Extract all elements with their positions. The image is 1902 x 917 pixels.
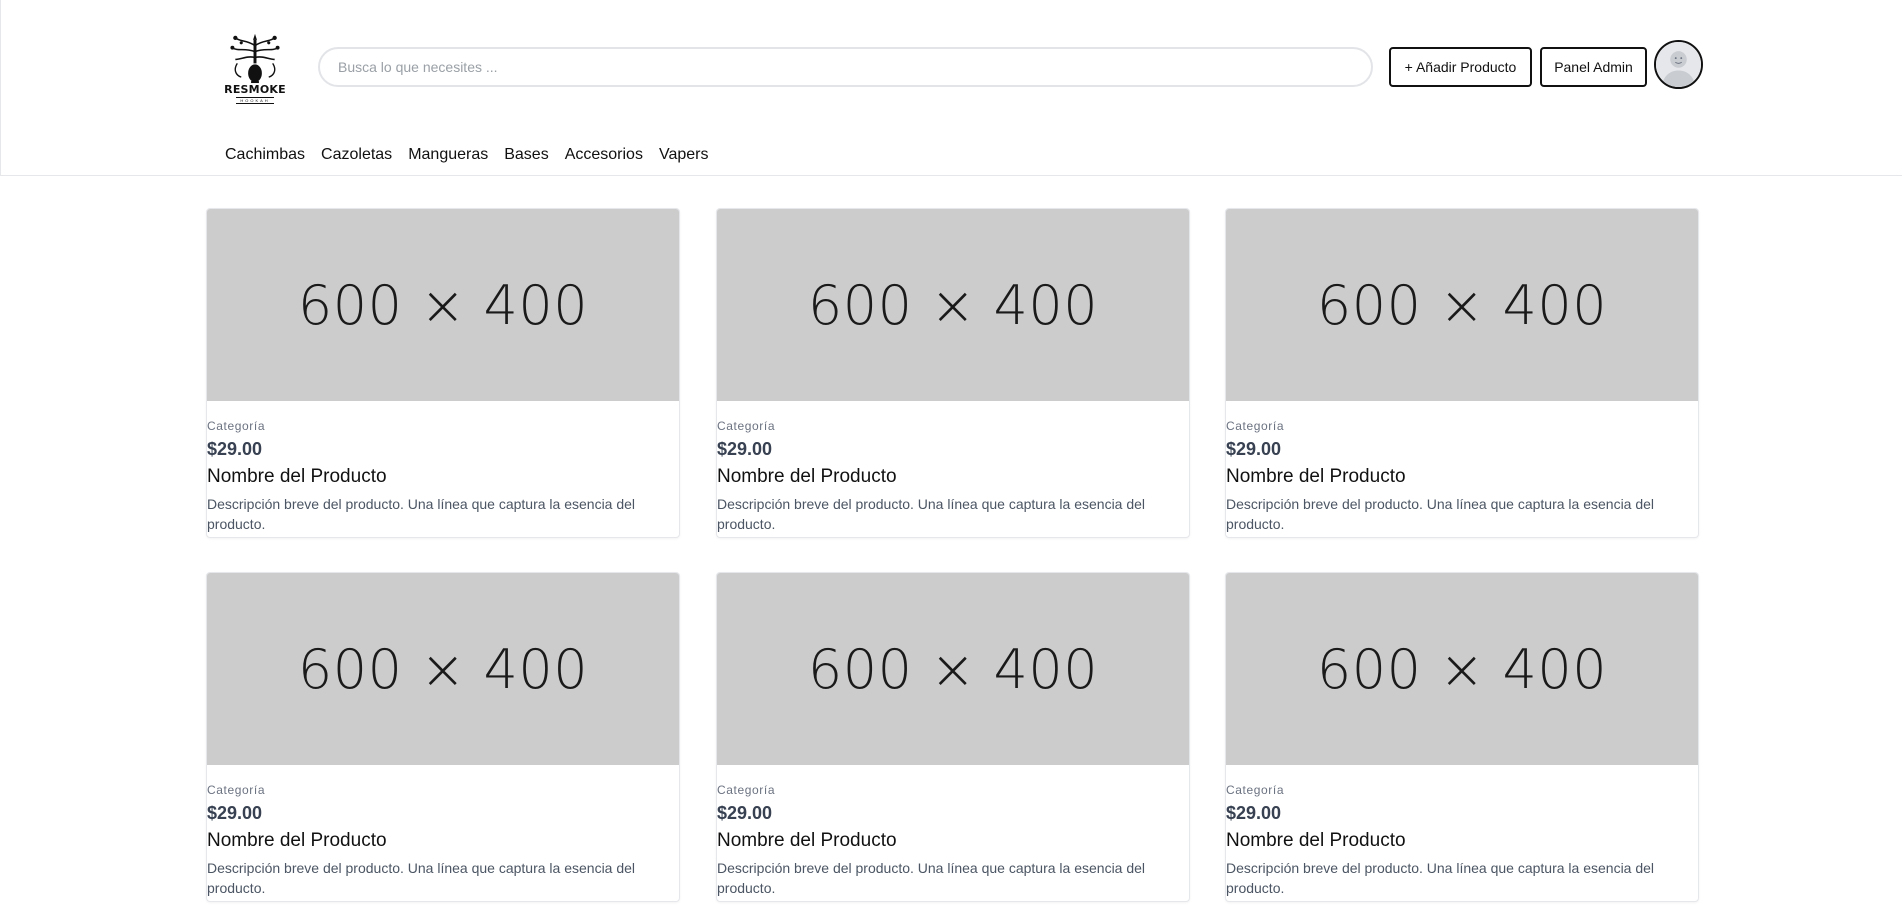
product-category: Categoría <box>1226 419 1285 433</box>
product-description: Descripción breve del producto. Una líne… <box>717 860 1146 896</box>
product-description: Descripción breve del producto. Una líne… <box>207 496 636 532</box>
product-description: Descripción breve del producto. Una líne… <box>1226 496 1655 532</box>
product-name: Nombre del Producto <box>207 830 387 851</box>
nav-item-accesorios[interactable]: Accesorios <box>565 146 643 164</box>
product-image-placeholder: 600 × 400 <box>717 209 1189 401</box>
admin-panel-button[interactable]: Panel Admin <box>1540 47 1647 87</box>
product-card[interactable]: 600 × 400 Categoría $29.00 Nombre del Pr… <box>716 208 1190 538</box>
image-size-label: 600 × 400 <box>807 273 1099 337</box>
product-image-placeholder: 600 × 400 <box>1226 209 1698 401</box>
nav-item-vapers[interactable]: Vapers <box>659 146 709 164</box>
image-size-label: 600 × 400 <box>807 637 1099 701</box>
product-category: Categoría <box>717 419 776 433</box>
product-price: $29.00 <box>1226 803 1282 823</box>
site-header: RESMOKE HOOKAH + Añadir Producto Panel A… <box>0 0 1902 176</box>
product-price: $29.00 <box>207 803 263 823</box>
product-description: Descripción breve del producto. Una líne… <box>717 496 1146 532</box>
product-name: Nombre del Producto <box>207 466 387 487</box>
product-card[interactable]: 600 × 400 Categoría $29.00 Nombre del Pr… <box>1225 208 1699 538</box>
product-name: Nombre del Producto <box>717 830 897 851</box>
user-avatar[interactable] <box>1654 40 1703 89</box>
product-image-placeholder: 600 × 400 <box>1226 573 1698 765</box>
hookah-tree-logo-icon <box>230 33 280 84</box>
product-image-placeholder: 600 × 400 <box>717 573 1189 765</box>
image-size-label: 600 × 400 <box>297 637 589 701</box>
image-size-label: 600 × 400 <box>297 273 589 337</box>
image-size-label: 600 × 400 <box>1316 273 1608 337</box>
product-card[interactable]: 600 × 400 Categoría $29.00 Nombre del Pr… <box>1225 572 1699 902</box>
image-size-label: 600 × 400 <box>1316 637 1608 701</box>
logo-subtext: HOOKAH <box>236 97 274 104</box>
search-input[interactable] <box>318 47 1373 87</box>
product-category: Categoría <box>1226 783 1285 797</box>
product-price: $29.00 <box>207 439 263 459</box>
product-name: Nombre del Producto <box>1226 830 1406 851</box>
product-price: $29.00 <box>717 803 773 823</box>
product-image-placeholder: 600 × 400 <box>207 209 679 401</box>
nav-item-mangueras[interactable]: Mangueras <box>408 146 488 164</box>
logo-text: RESMOKE <box>224 83 286 96</box>
brand-logo[interactable]: RESMOKE HOOKAH <box>223 30 287 104</box>
product-card[interactable]: 600 × 400 Categoría $29.00 Nombre del Pr… <box>716 572 1190 902</box>
nav-item-bases[interactable]: Bases <box>504 146 548 164</box>
product-price: $29.00 <box>1226 439 1282 459</box>
product-name: Nombre del Producto <box>1226 466 1406 487</box>
product-card[interactable]: 600 × 400 Categoría $29.00 Nombre del Pr… <box>206 208 680 538</box>
product-category: Categoría <box>717 783 776 797</box>
product-category: Categoría <box>207 419 266 433</box>
product-name: Nombre del Producto <box>717 466 897 487</box>
product-category: Categoría <box>207 783 266 797</box>
product-price: $29.00 <box>717 439 773 459</box>
add-product-button[interactable]: + Añadir Producto <box>1389 47 1532 87</box>
product-card[interactable]: 600 × 400 Categoría $29.00 Nombre del Pr… <box>206 572 680 902</box>
nav-item-cachimbas[interactable]: Cachimbas <box>225 146 305 164</box>
category-nav: Cachimbas Cazoletas Mangueras Bases Acce… <box>225 146 708 164</box>
product-description: Descripción breve del producto. Una líne… <box>207 860 636 896</box>
product-image-placeholder: 600 × 400 <box>207 573 679 765</box>
product-description: Descripción breve del producto. Una líne… <box>1226 860 1655 896</box>
user-avatar-icon <box>1656 42 1701 87</box>
nav-item-cazoletas[interactable]: Cazoletas <box>321 146 392 164</box>
